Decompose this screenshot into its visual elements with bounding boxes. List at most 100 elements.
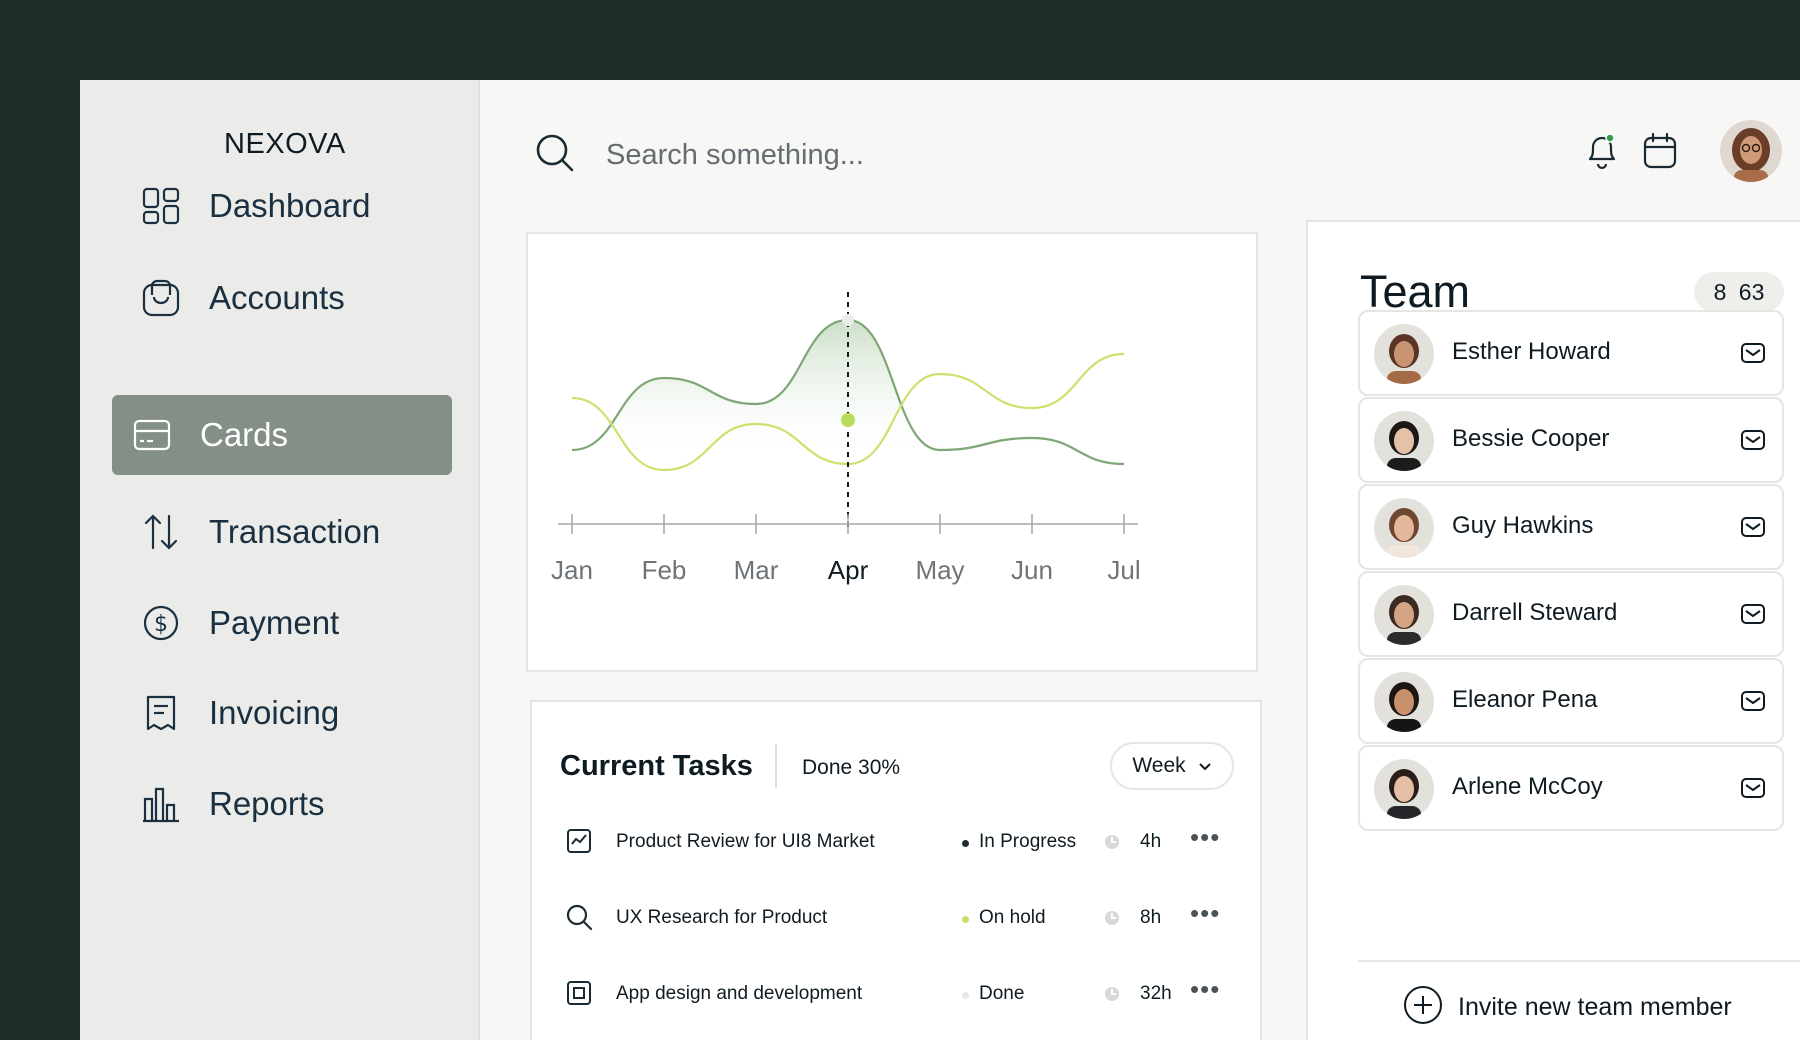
period-dropdown[interactable]: Week: [1110, 742, 1234, 790]
search-input[interactable]: [606, 130, 1206, 180]
app-window: NEXOVA Dashboard Accounts Cards Transact…: [80, 80, 1800, 1040]
peak-marker: [842, 314, 854, 326]
grid-icon: [141, 186, 181, 226]
sidebar-item-label: Payment: [209, 604, 340, 641]
task-row[interactable]: UX Research for Product On hold 8h •••: [560, 894, 1260, 944]
line-chart: Jan Feb Mar Apr May Jun Jul: [551, 292, 1141, 585]
mail-icon[interactable]: [1740, 515, 1766, 539]
avatar: [1374, 672, 1434, 732]
team-member-card[interactable]: Darrell Steward: [1358, 571, 1784, 657]
sidebar: NEXOVA Dashboard Accounts Cards Transact…: [80, 80, 480, 1040]
member-name: Guy Hawkins: [1452, 512, 1594, 539]
svg-text:$: $: [154, 612, 168, 637]
sidebar-item-label: Transaction: [209, 513, 381, 550]
task-time: 32h: [1140, 983, 1172, 1004]
team-member-card[interactable]: Bessie Cooper: [1358, 397, 1784, 483]
mail-icon[interactable]: [1740, 428, 1766, 452]
sidebar-item-invoicing[interactable]: Invoicing: [112, 673, 452, 753]
card-icon: [132, 415, 172, 455]
member-name: Eleanor Pena: [1452, 686, 1598, 713]
sidebar-item-label: Accounts: [209, 279, 345, 316]
member-name: Darrell Steward: [1452, 599, 1618, 626]
team-member-card[interactable]: Esther Howard: [1358, 310, 1784, 396]
team-member-card[interactable]: Eleanor Pena: [1358, 658, 1784, 744]
period-label: Week: [1132, 754, 1186, 777]
member-name: Esther Howard: [1452, 338, 1611, 365]
value-marker: [841, 413, 855, 427]
team-member-card[interactable]: Guy Hawkins: [1358, 484, 1784, 570]
team-badge-icon: 8: [1713, 278, 1727, 305]
mail-icon[interactable]: [1740, 689, 1766, 713]
sidebar-item-cards[interactable]: Cards: [112, 395, 452, 475]
avatar: [1374, 498, 1434, 558]
more-options-icon[interactable]: •••: [1190, 822, 1220, 853]
task-time: 4h: [1140, 831, 1162, 852]
sidebar-item-transaction[interactable]: Transaction: [112, 492, 452, 572]
x-tick-label: Jun: [1011, 555, 1053, 585]
wallet-icon: [141, 278, 181, 318]
status-dot: [962, 992, 969, 999]
frame-square-icon: [564, 978, 594, 1008]
x-tick-label: May: [915, 555, 964, 585]
team-count-badge: 8 63: [1694, 272, 1784, 312]
team-panel: Team 8 63 Esther Howard Bessie Cooper Guy …: [1306, 220, 1800, 1040]
task-time: 8h: [1140, 907, 1162, 928]
sidebar-item-label: Cards: [200, 416, 289, 453]
more-options-icon[interactable]: •••: [1190, 898, 1220, 929]
mail-icon[interactable]: [1740, 776, 1766, 800]
status-dot: [962, 840, 969, 847]
mail-icon[interactable]: [1740, 341, 1766, 365]
sidebar-item-label: Invoicing: [209, 694, 340, 731]
avatar: [1374, 585, 1434, 645]
invite-label: Invite new team member: [1458, 993, 1732, 1021]
bell-icon[interactable]: [1582, 130, 1622, 172]
clock-icon: [1103, 909, 1121, 927]
tasks-done-label: Done 30%: [802, 756, 901, 779]
team-count: 63: [1738, 278, 1765, 305]
task-row[interactable]: App design and development Done 32h •••: [560, 970, 1260, 1020]
bar-chart-icon: [141, 784, 181, 824]
search-icon[interactable]: [534, 132, 576, 174]
team-member-card[interactable]: Arlene McCoy: [1358, 745, 1784, 831]
task-name: App design and development: [616, 983, 863, 1004]
chevron-down-icon: [1198, 754, 1212, 778]
mail-icon[interactable]: [1740, 602, 1766, 626]
tasks-title: Current Tasks: [560, 750, 753, 782]
arrows-updown-icon: [141, 512, 181, 552]
status-dot: [962, 916, 969, 923]
chart-square-icon: [564, 826, 594, 856]
clock-icon: [1103, 985, 1121, 1003]
sidebar-item-reports[interactable]: Reports: [112, 764, 452, 844]
avatar: [1374, 324, 1434, 384]
chart-card: Jan Feb Mar Apr May Jun Jul: [526, 232, 1258, 672]
more-options-icon[interactable]: •••: [1190, 974, 1220, 1005]
avatar: [1374, 411, 1434, 471]
task-row[interactable]: Product Review for UI8 Market In Progres…: [560, 818, 1260, 868]
task-name: UX Research for Product: [616, 907, 828, 928]
x-tick-label: Jan: [551, 555, 593, 585]
user-avatar[interactable]: [1720, 120, 1782, 182]
x-tick-label: Feb: [642, 555, 687, 585]
receipt-icon: [141, 693, 181, 733]
task-status: Done: [979, 983, 1025, 1004]
plus-circle-icon: [1402, 984, 1444, 1031]
sidebar-item-accounts[interactable]: Accounts: [112, 258, 452, 338]
clock-icon: [1103, 833, 1121, 851]
sidebar-item-payment[interactable]: $ Payment: [112, 583, 452, 663]
task-name: Product Review for UI8 Market: [616, 831, 875, 852]
x-tick-label: Apr: [828, 555, 869, 585]
search-icon: [564, 902, 594, 932]
brand-logo: NEXOVA: [224, 128, 346, 160]
calendar-icon[interactable]: [1640, 130, 1680, 172]
sidebar-item-label: Reports: [209, 785, 325, 822]
avatar: [1374, 759, 1434, 819]
sidebar-item-dashboard[interactable]: Dashboard: [112, 166, 452, 246]
member-name: Arlene McCoy: [1452, 773, 1603, 800]
x-tick-label: Jul: [1107, 555, 1140, 585]
divider: [775, 744, 777, 788]
member-name: Bessie Cooper: [1452, 425, 1610, 452]
invite-member-button[interactable]: Invite new team member: [1402, 984, 1732, 1031]
divider: [1358, 960, 1800, 962]
task-status: On hold: [979, 907, 1046, 928]
dollar-circle-icon: $: [141, 603, 181, 643]
